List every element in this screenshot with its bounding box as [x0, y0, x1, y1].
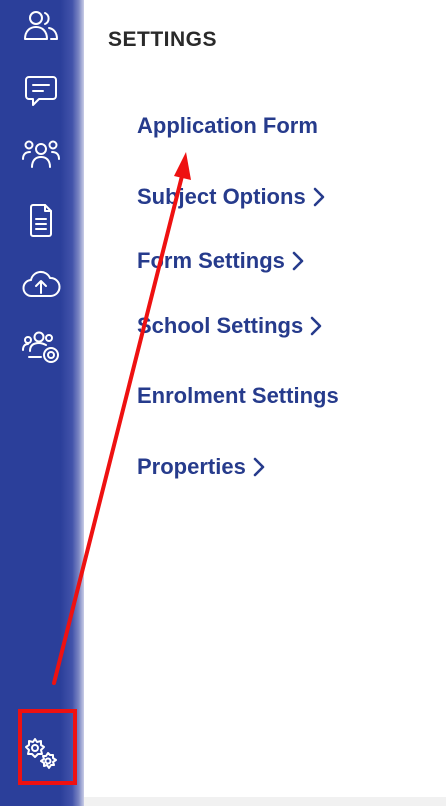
menu-item-label: Application Form	[137, 113, 318, 138]
chevron-right-icon	[313, 187, 324, 207]
sidebar-nav	[0, 0, 84, 806]
menu-item-subject-options[interactable]: Subject Options	[137, 182, 326, 212]
menu-item-label: School Settings	[137, 313, 304, 338]
menu-item-enrolment-settings[interactable]: Enrolment Settings	[137, 381, 339, 411]
nav-messages[interactable]	[18, 71, 64, 111]
menu-item-school-settings[interactable]: School Settings	[137, 311, 323, 341]
chevron-right-icon	[253, 457, 265, 477]
cloud-upload-icon	[22, 270, 61, 297]
menu-item-form-settings[interactable]: Form Settings	[137, 246, 305, 276]
users-settings-icon	[22, 331, 59, 363]
nav-documents[interactable]	[18, 200, 64, 240]
chevron-right-icon	[310, 316, 322, 336]
document-icon	[30, 204, 52, 237]
bottom-divider	[84, 797, 446, 806]
settings-heading: SETTINGS	[108, 28, 218, 51]
annotation-highlight-box	[18, 709, 77, 785]
users-icon	[24, 11, 58, 40]
group-icon	[22, 140, 60, 168]
menu-item-label: Properties	[137, 454, 246, 479]
chevron-right-icon	[292, 251, 304, 271]
menu-item-label: Subject Options	[137, 184, 306, 209]
menu-item-properties[interactable]: Properties	[137, 452, 266, 482]
nav-groups[interactable]	[18, 134, 64, 174]
nav-user-settings[interactable]	[18, 327, 64, 367]
nav-upload[interactable]	[18, 265, 64, 305]
menu-item-label: Enrolment Settings	[137, 383, 339, 408]
menu-item-application-form[interactable]: Application Form	[137, 111, 318, 141]
nav-users[interactable]	[18, 6, 64, 46]
message-icon	[25, 76, 57, 106]
menu-item-label: Form Settings	[137, 248, 285, 273]
